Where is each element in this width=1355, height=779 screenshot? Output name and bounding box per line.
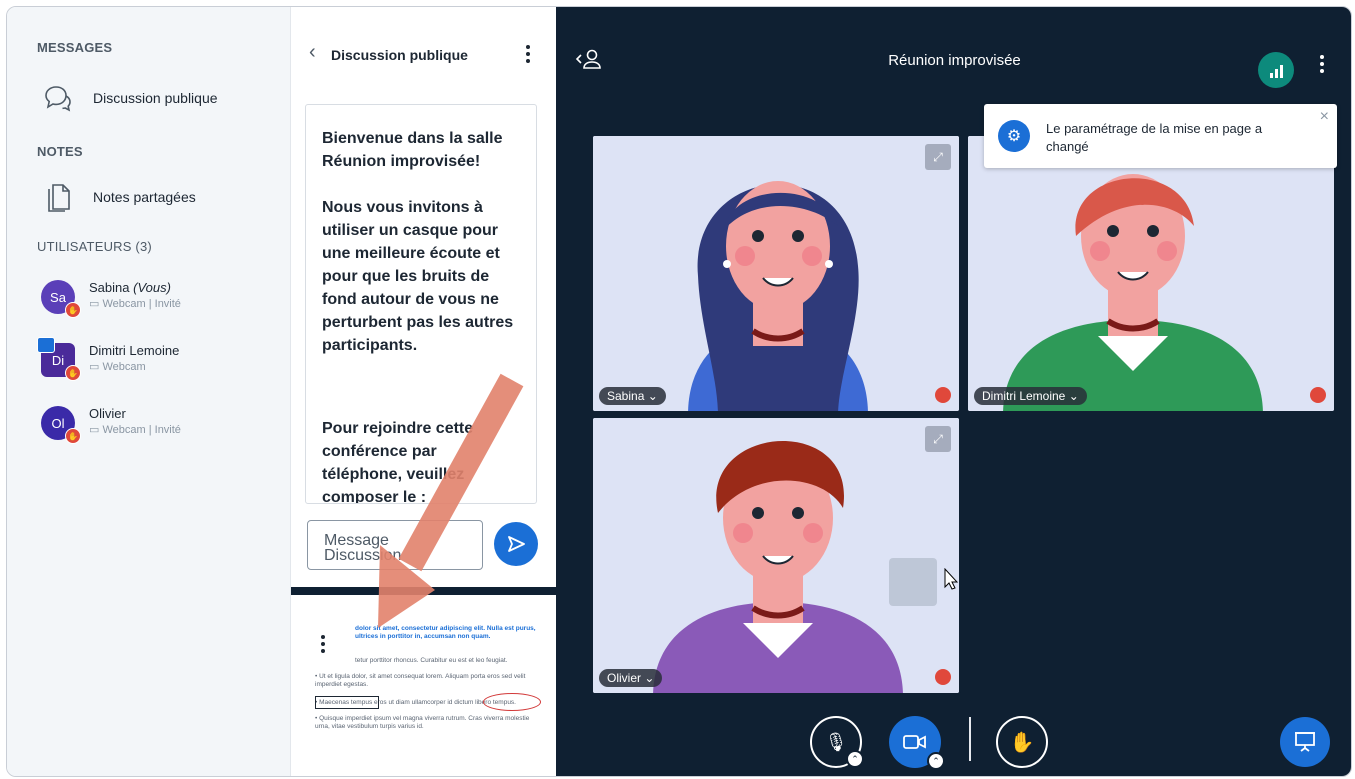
presentation-button[interactable] (1280, 717, 1330, 767)
options-menu-icon[interactable] (1320, 55, 1324, 76)
webcam-button[interactable]: ⌃ (889, 716, 945, 770)
webcam-icon: ▭ (89, 298, 100, 310)
annotation-rectangle (315, 696, 379, 709)
notes-section-title: NOTES (37, 144, 83, 159)
video-main-area: Réunion improvisée ⤢ Sabina ⌄ Dimitri Le… (556, 7, 1351, 776)
chevron-up-icon[interactable]: ⌃ (927, 752, 945, 770)
welcome-line: Bienvenue dans la salle Réunion improvis… (322, 130, 503, 170)
slide-text: dolor sit amet, consectetur adipiscing e… (355, 625, 536, 640)
settings-gear-icon: ⚙ (998, 120, 1030, 152)
user-list-item[interactable]: Di ✋ Dimitri Lemoine ▭ Webcam (37, 337, 281, 387)
user-role: ▭ Webcam | Invité (89, 298, 181, 310)
tile-name-label[interactable]: Olivier ⌄ (599, 669, 663, 687)
welcome-line: Nous vous invitons à utiliser un casque … (322, 199, 514, 354)
hand-icon: ✋ (1009, 731, 1035, 754)
tile-name-label[interactable]: Sabina ⌄ (599, 387, 666, 405)
sidebar-item-public-chat[interactable]: Discussion publique (37, 78, 218, 118)
users-section-title: UTILISATEURS (3) (37, 239, 152, 254)
webcam-icon: ▭ (89, 424, 100, 436)
public-chat-label: Discussion publique (93, 90, 218, 106)
controls-divider (969, 717, 971, 761)
user-list-item[interactable]: Sa ✋ Sabina (Vous) ▭ Webcam | Invité (41, 280, 281, 324)
dimitri-avatar-illustration (968, 136, 1334, 411)
chat-bubbles-icon (37, 83, 79, 113)
user-name: Olivier (89, 406, 126, 421)
slide-text: tetur porttitor rhoncus. Curabitur eu es… (355, 657, 508, 664)
user-list-item[interactable]: Ol ✋ Olivier ▭ Webcam | Invité (41, 406, 281, 450)
slide-bullet: • Quisque imperdiet ipsum vel magna vive… (315, 715, 530, 730)
notification-text: Le paramétrage de la mise en page a chan… (1046, 121, 1263, 154)
annotation-ellipse (483, 693, 541, 711)
presentation-options-icon[interactable] (321, 635, 325, 656)
tile-name-label[interactable]: Dimitri Lemoine ⌄ (974, 387, 1087, 405)
back-chevron-icon[interactable]: ‹ (309, 41, 316, 64)
raised-hand-icon: ✋ (65, 365, 81, 381)
user-name: Sabina (Vous) (89, 280, 171, 295)
muted-mic-icon (935, 387, 951, 403)
raised-hand-icon: ✋ (65, 428, 81, 444)
camera-icon (903, 735, 926, 749)
raise-hand-button[interactable]: ✋ (996, 716, 1048, 768)
chat-panel: ‹ Discussion publique Bienvenue dans la … (291, 7, 556, 587)
video-tile-olivier[interactable]: ⤢ Olivier ⌄ (591, 416, 961, 695)
user-role: ▭ Webcam (89, 361, 146, 373)
chat-options-icon[interactable] (526, 45, 530, 66)
muted-mic-icon (1310, 387, 1326, 403)
notes-document-icon (37, 181, 79, 213)
chevron-up-icon[interactable]: ⌃ (846, 750, 864, 768)
muted-mic-icon (935, 669, 951, 685)
layout-notification-toast: ⚙ Le paramétrage de la mise en page a ch… (984, 104, 1337, 168)
fullscreen-icon[interactable]: ⤢ (925, 426, 951, 452)
welcome-message: Bienvenue dans la salle Réunion improvis… (305, 104, 537, 504)
meeting-title: Réunion improvisée (888, 52, 1021, 69)
webcam-icon: ▭ (89, 361, 100, 373)
video-tile-sabina[interactable]: ⤢ Sabina ⌄ (591, 134, 961, 413)
slide-bullet: • Ut et ligula dolor, sit amet consequat… (315, 673, 526, 688)
mute-microphone-button[interactable]: 🎙 ⌃ (810, 716, 864, 768)
message-input[interactable]: Message Discussion (307, 520, 483, 570)
presentation-icon (1295, 732, 1315, 752)
user-role: ▭ Webcam | Invité (89, 424, 181, 436)
user-list-sidebar: MESSAGES Discussion publique NOTES Notes… (7, 7, 291, 776)
presenter-icon (37, 337, 55, 353)
send-icon (508, 536, 525, 552)
welcome-line: Pour rejoindre cette conférence par télé… (322, 420, 474, 504)
close-icon[interactable]: × (1320, 108, 1329, 126)
presentation-thumbnail[interactable]: dolor sit amet, consectetur adipiscing e… (291, 587, 556, 758)
user-name: Dimitri Lemoine (89, 343, 180, 358)
video-tile-dimitri[interactable]: Dimitri Lemoine ⌄ (966, 134, 1336, 413)
fullscreen-icon[interactable]: ⤢ (925, 144, 951, 170)
raised-hand-icon: ✋ (65, 302, 81, 318)
sidebar-item-shared-notes[interactable]: Notes partagées (37, 177, 196, 217)
connection-status-icon[interactable] (1258, 52, 1294, 88)
mouse-cursor-icon (944, 568, 958, 590)
send-button[interactable] (494, 522, 538, 566)
chat-title: Discussion publique (331, 47, 468, 63)
messages-section-title: MESSAGES (37, 40, 113, 55)
app-window: MESSAGES Discussion publique NOTES Notes… (6, 6, 1352, 777)
olivier-avatar-illustration (593, 418, 959, 693)
shared-notes-label: Notes partagées (93, 189, 196, 205)
sabina-avatar-illustration (593, 136, 959, 411)
muted-mic-icon: 🎙 (824, 731, 848, 752)
chat-header: ‹ Discussion publique (291, 7, 556, 67)
